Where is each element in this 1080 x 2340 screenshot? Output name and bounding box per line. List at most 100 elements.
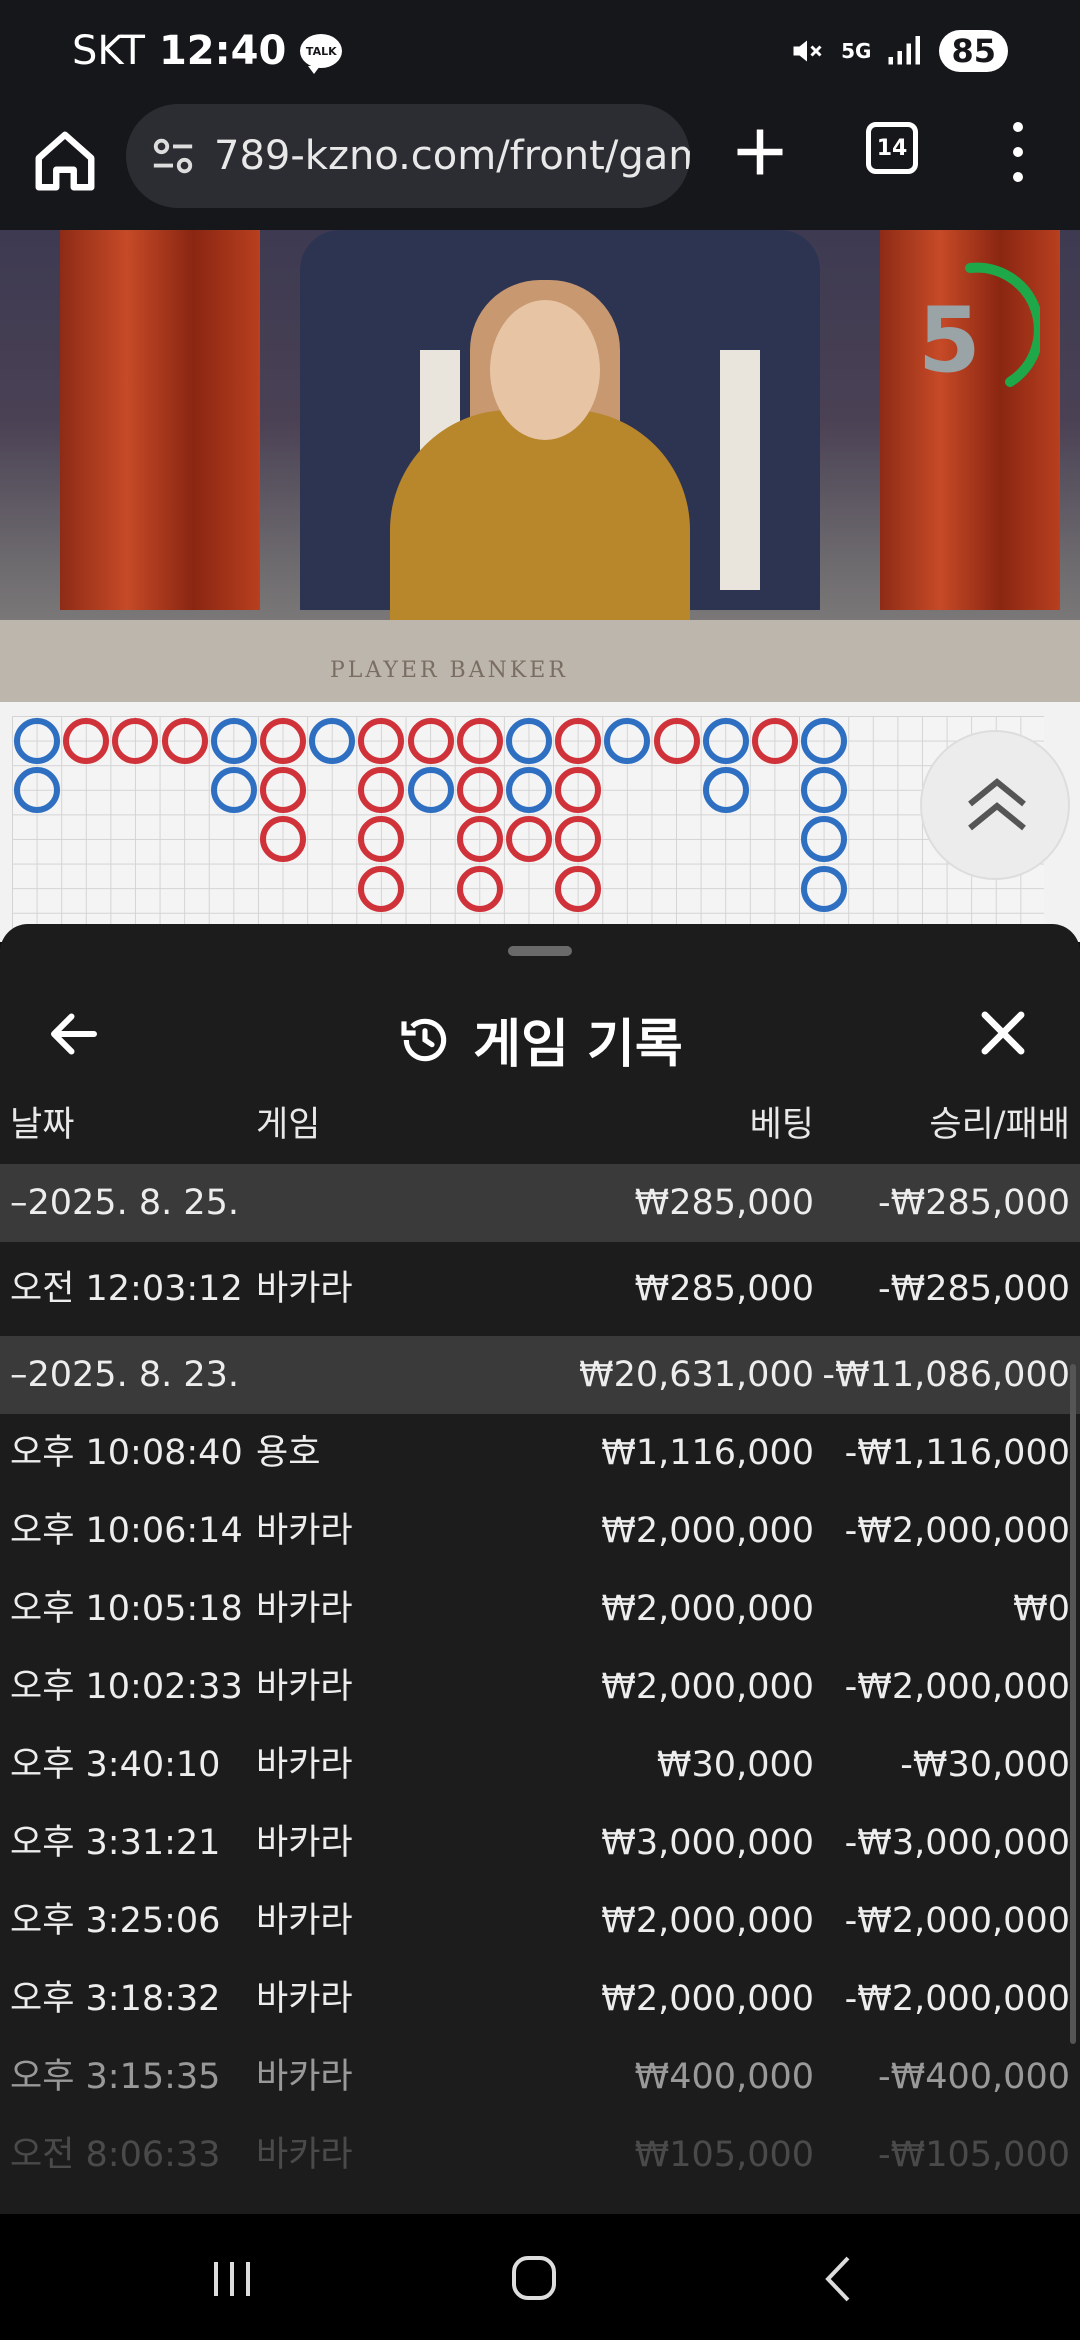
- history-row[interactable]: 오후 3:25:06 바카라 ₩2,000,000 -₩2,000,000: [0, 1882, 1080, 1960]
- scrollbar[interactable]: [1070, 1364, 1076, 2044]
- history-row[interactable]: 오후 10:06:14 바카라 ₩2,000,000 -₩2,000,000: [0, 1492, 1080, 1570]
- row-result: -₩285,000: [878, 1269, 1070, 1309]
- 5g-icon: 5G: [841, 39, 872, 63]
- banker-bead: [456, 816, 503, 863]
- player-bead: [407, 767, 454, 814]
- banker-bead: [161, 718, 208, 764]
- player-bead: [801, 865, 848, 912]
- row-result: -₩30,000: [900, 1745, 1070, 1785]
- row-date: 오후 10:02:33: [10, 1667, 243, 1707]
- row-bet: ₩2,000,000: [601, 1589, 814, 1629]
- row-result: -₩3,000,000: [844, 1823, 1070, 1863]
- row-bet: ₩400,000: [634, 2057, 814, 2097]
- row-result: -₩285,000: [878, 1183, 1070, 1223]
- row-result: ₩0: [1013, 1589, 1070, 1629]
- row-game: 바카라: [256, 1823, 353, 1863]
- browser-toolbar: 789-kzno.com/front/gam 14: [0, 100, 1080, 230]
- history-row[interactable]: 오후 3:18:32 바카라 ₩2,000,000 -₩2,000,000: [0, 1960, 1080, 2038]
- bead-road: [12, 716, 1044, 936]
- row-bet: ₩105,000: [634, 2135, 814, 2175]
- history-row[interactable]: 오전 8:06:33 바카라 ₩105,000 -₩105,000: [0, 2116, 1080, 2194]
- live-video[interactable]: PLAYER BANKER 5: [0, 230, 1080, 702]
- banker-bead: [555, 816, 602, 863]
- row-date: 오후 3:31:21: [10, 1823, 221, 1863]
- column-header-result: 승리/패배: [929, 1105, 1070, 1145]
- player-bead: [309, 718, 356, 764]
- banker-bead: [456, 718, 503, 764]
- row-result: -₩2,000,000: [844, 1511, 1070, 1551]
- row-bet: ₩285,000: [634, 1269, 814, 1309]
- column-header-game: 게임: [256, 1105, 321, 1145]
- site-info-icon[interactable]: [150, 133, 196, 179]
- address-bar[interactable]: 789-kzno.com/front/gam: [126, 104, 690, 208]
- expand-roadmap-button[interactable]: [920, 730, 1070, 880]
- clock: 12:40: [158, 28, 287, 74]
- history-row[interactable]: 오후 3:31:21 바카라 ₩3,000,000 -₩3,000,000: [0, 1804, 1080, 1882]
- row-game: 바카라: [256, 1511, 353, 1551]
- row-game: 용호: [256, 1433, 321, 1473]
- date-group-row[interactable]: –2025. 8. 23. ₩20,631,000 -₩11,086,000: [0, 1336, 1080, 1414]
- close-icon[interactable]: [972, 1002, 1034, 1064]
- status-right: 5G 85: [789, 30, 1008, 72]
- history-row[interactable]: 오후 10:02:33 바카라 ₩2,000,000 -₩2,000,000: [0, 1648, 1080, 1726]
- row-date: 오후 10:08:40: [10, 1433, 243, 1473]
- history-row[interactable]: 오후 10:08:40 용호 ₩1,116,000 -₩1,116,000: [0, 1414, 1080, 1492]
- history-row[interactable]: 오전 12:03:12 바카라 ₩285,000 -₩285,000: [0, 1242, 1080, 1336]
- history-row[interactable]: 오후 10:05:18 바카라 ₩2,000,000 ₩0: [0, 1570, 1080, 1648]
- player-bead: [702, 718, 749, 764]
- signal-icon: [888, 36, 921, 65]
- banker-bead: [555, 718, 602, 764]
- battery-icon: 85: [939, 30, 1008, 72]
- status-bar: SKT 12:40 TALK 5G 85: [0, 0, 1080, 100]
- banker-bead: [63, 718, 110, 764]
- row-game: 바카라: [256, 1745, 353, 1785]
- row-date: 오전 12:03:12: [10, 1269, 243, 1309]
- tabs-icon[interactable]: 14: [866, 122, 918, 174]
- player-bead: [801, 816, 848, 863]
- url-text[interactable]: 789-kzno.com/front/gam: [214, 133, 690, 179]
- more-vert-icon[interactable]: [998, 122, 1038, 182]
- row-date: –2025. 8. 25.: [10, 1183, 240, 1223]
- recents-icon[interactable]: [192, 2244, 272, 2314]
- row-bet: ₩2,000,000: [601, 1667, 814, 1707]
- history-table[interactable]: –2025. 8. 25. ₩285,000 -₩285,000 오전 12:03:1…: [0, 1164, 1080, 2194]
- row-result: -₩1,116,000: [844, 1433, 1070, 1473]
- sheet-title: 게임 기록: [0, 1002, 1080, 1077]
- row-date: 오후 10:06:14: [10, 1511, 243, 1551]
- home-circle-icon[interactable]: [494, 2244, 574, 2314]
- row-date: 오후 3:25:06: [10, 1901, 221, 1941]
- history-row[interactable]: 오후 3:15:35 바카라 ₩400,000 -₩400,000: [0, 2038, 1080, 2116]
- row-bet: ₩2,000,000: [601, 1511, 814, 1551]
- dealer-face: [490, 300, 600, 440]
- row-result: -₩105,000: [878, 2135, 1070, 2175]
- banker-bead: [752, 718, 798, 764]
- banker-bead: [260, 816, 306, 863]
- game-history-sheet: 게임 기록 날짜 게임 베팅 승리/패배 –2025. 8. 25. ₩285,0…: [0, 924, 1080, 2214]
- row-date: 오후 10:05:18: [10, 1589, 243, 1629]
- banker-bead: [358, 718, 405, 764]
- banker-bead: [407, 718, 454, 764]
- history-row[interactable]: 오후 3:40:10 바카라 ₩30,000 -₩30,000: [0, 1726, 1080, 1804]
- history-icon: [401, 1018, 447, 1061]
- date-group-row[interactable]: –2025. 8. 25. ₩285,000 -₩285,000: [0, 1164, 1080, 1242]
- player-bead: [604, 718, 651, 764]
- row-bet: ₩1,116,000: [601, 1433, 814, 1473]
- home-icon[interactable]: [30, 126, 100, 196]
- player-bead: [14, 767, 60, 814]
- banker-bead: [456, 767, 503, 814]
- banker-bead: [555, 865, 602, 912]
- player-bead: [14, 718, 60, 764]
- double-chevron-up-icon: [968, 778, 1026, 831]
- row-bet: ₩2,000,000: [601, 1901, 814, 1941]
- back-chevron-icon[interactable]: [800, 2244, 880, 2314]
- video-curtain-left: [60, 230, 260, 610]
- column-header-date: 날짜: [10, 1105, 75, 1145]
- plus-icon[interactable]: [730, 122, 790, 182]
- row-bet: ₩20,631,000: [578, 1355, 814, 1395]
- row-game: 바카라: [256, 1901, 353, 1941]
- row-result: -₩400,000: [878, 2057, 1070, 2097]
- row-result: -₩11,086,000: [822, 1355, 1070, 1395]
- system-nav-bar: [0, 2214, 1080, 2340]
- row-result: -₩2,000,000: [844, 1667, 1070, 1707]
- sheet-drag-handle[interactable]: [508, 946, 572, 956]
